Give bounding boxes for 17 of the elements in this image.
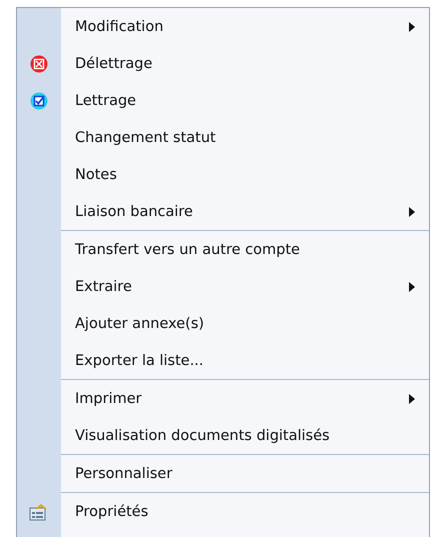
menu-item[interactable]: Changement statut: [61, 130, 415, 146]
checkbox-icon: [30, 92, 48, 110]
menu-item[interactable]: Visualisation documents digitalisés: [61, 428, 415, 444]
menu-item[interactable]: Notes: [61, 166, 415, 182]
menu-item[interactable]: Lettrage: [61, 92, 415, 108]
menu-item[interactable]: Imprimer: [61, 390, 409, 406]
menu-item[interactable]: Exporter la liste...: [61, 352, 415, 368]
menu-item[interactable]: Liaison bancaire: [61, 204, 409, 220]
menu-item[interactable]: Personnaliser: [61, 466, 415, 482]
menu-item[interactable]: Modification: [61, 18, 409, 34]
menu-item[interactable]: Propriétés: [61, 504, 415, 520]
menu-item[interactable]: Ajouter annexe(s): [61, 316, 415, 332]
menu-item[interactable]: Transfert vers un autre compte: [61, 242, 415, 258]
menu-item[interactable]: Extraire: [61, 278, 409, 294]
properties-icon: [29, 502, 49, 520]
menu-item[interactable]: Délettrage: [61, 56, 415, 72]
close-icon: [30, 54, 48, 72]
